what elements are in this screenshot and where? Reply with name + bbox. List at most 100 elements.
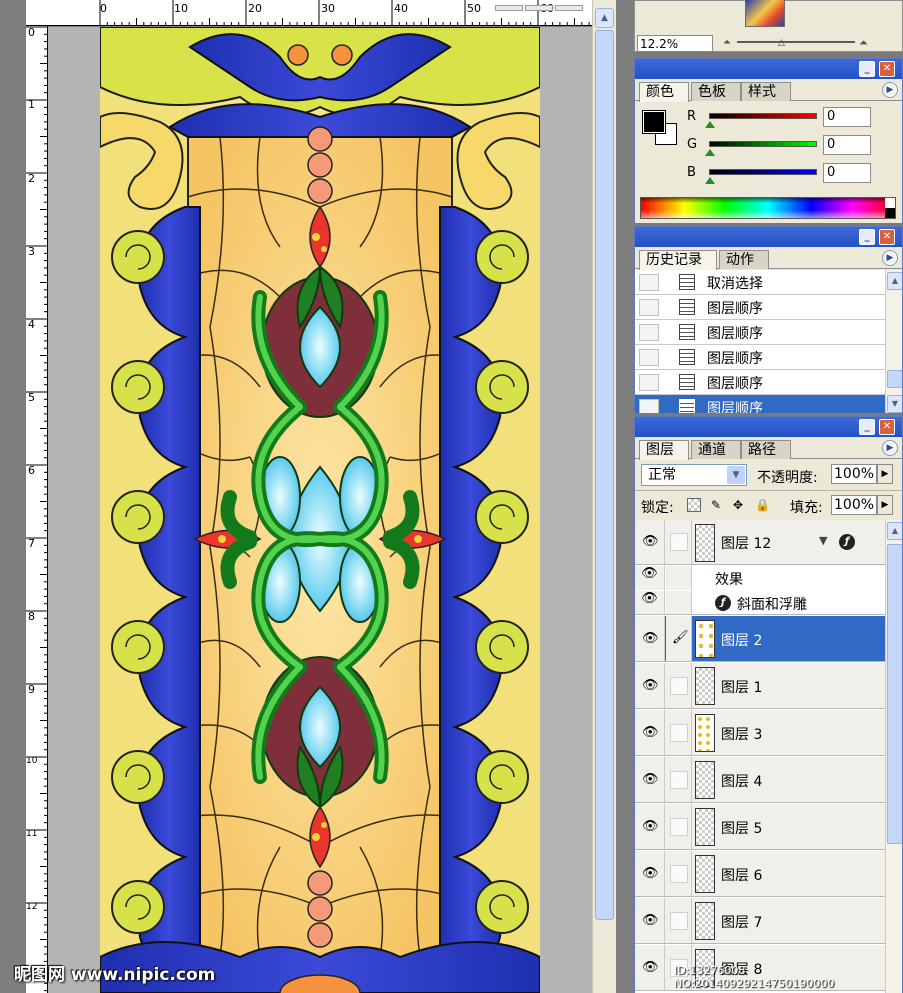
palette-title-bar[interactable]: _ ✕ <box>635 417 902 437</box>
zoom-input[interactable]: 12.2% <box>637 35 713 52</box>
expand-triangle-icon[interactable]: ▼ <box>819 534 827 547</box>
layer-row[interactable]: 👁 图层 6 <box>635 851 885 897</box>
history-brush-source-box[interactable] <box>639 399 659 413</box>
history-brush-source-box[interactable] <box>639 324 659 341</box>
scroll-thumb[interactable] <box>887 544 902 844</box>
layer-link-cell[interactable] <box>666 663 692 708</box>
tab-layers[interactable]: 图层 <box>639 440 689 460</box>
blue-slider[interactable] <box>709 169 817 175</box>
scroll-up-icon[interactable]: ▲ <box>887 272 902 290</box>
red-value-input[interactable]: 0 <box>823 107 871 127</box>
minimize-icon[interactable]: _ <box>859 61 875 77</box>
lock-transparency-icon[interactable] <box>687 498 701 512</box>
navigator-thumbnail[interactable] <box>745 0 785 27</box>
fill-input[interactable]: 100% <box>831 495 877 515</box>
scroll-thumb[interactable] <box>887 370 902 388</box>
visibility-eye-icon[interactable]: 👁 <box>635 520 665 564</box>
vertical-ruler[interactable]: 0 1 2 3 4 5 6 7 8 9 10 11 12 <box>26 26 48 993</box>
layer-row[interactable]: 👁 图层 5 <box>635 804 885 850</box>
visibility-eye-icon[interactable]: 👁 <box>635 616 665 661</box>
tab-styles[interactable]: 样式 <box>741 82 791 101</box>
tab-history[interactable]: 历史记录 <box>639 250 717 270</box>
visibility-eye-icon[interactable]: 👁 <box>635 663 665 708</box>
layer-brush-cell[interactable]: 🖌 <box>666 616 692 661</box>
close-icon[interactable]: ✕ <box>879 419 895 435</box>
green-slider-knob[interactable] <box>705 148 715 156</box>
visibility-eye-icon[interactable]: 👁 <box>635 591 665 614</box>
layer-link-cell[interactable] <box>666 710 692 755</box>
blend-mode-select[interactable]: 正常 ▼ <box>641 464 747 486</box>
history-item[interactable]: 图层顺序 <box>635 345 885 370</box>
document-vertical-scrollbar[interactable]: ▲ <box>592 0 616 993</box>
layer-link-cell[interactable] <box>666 898 692 943</box>
history-scrollbar[interactable]: ▲ ▼ <box>885 270 902 413</box>
document-window-buttons[interactable] <box>495 0 591 11</box>
palette-menu-icon[interactable]: ▶ <box>882 440 898 456</box>
scroll-up-icon[interactable]: ▲ <box>887 522 902 540</box>
lock-move-icon[interactable]: ✥ <box>731 498 745 512</box>
zoom-slider-knob[interactable]: △ <box>778 39 788 48</box>
palette-title-bar[interactable]: _ ✕ <box>635 59 902 79</box>
layers-scrollbar[interactable]: ▲ <box>885 520 902 993</box>
blue-slider-knob[interactable] <box>705 176 715 184</box>
opacity-arrow-icon[interactable]: ▶ <box>877 464 893 484</box>
minimize-icon[interactable]: _ <box>859 419 875 435</box>
red-slider-knob[interactable] <box>705 120 715 128</box>
history-item[interactable]: 取消选择 <box>635 270 885 295</box>
visibility-eye-icon[interactable]: 👁 <box>635 898 665 943</box>
blue-value-input[interactable]: 0 <box>823 163 871 183</box>
foreground-color-swatch[interactable] <box>642 110 666 134</box>
visibility-eye-icon[interactable]: 👁 <box>635 804 665 849</box>
effect-item-row[interactable]: 👁 ƒ 斜面和浮雕 <box>635 591 885 615</box>
visibility-eye-icon[interactable]: 👁 <box>635 851 665 896</box>
layer-link-cell[interactable] <box>666 804 692 849</box>
visibility-eye-icon[interactable]: 👁 <box>635 757 665 802</box>
tab-actions[interactable]: 动作 <box>719 250 769 269</box>
palette-title-bar[interactable]: _ ✕ <box>635 227 902 247</box>
layer-row[interactable]: 👁 图层 3 <box>635 710 885 756</box>
layer-link-cell[interactable] <box>666 520 692 564</box>
layer-row[interactable]: 👁 图层 7 <box>635 898 885 944</box>
lock-brush-icon[interactable]: ✎ <box>709 498 723 512</box>
layer-row[interactable]: 👁 图层 4 <box>635 757 885 803</box>
minimize-icon[interactable]: _ <box>859 229 875 245</box>
visibility-eye-icon[interactable]: 👁 <box>635 566 665 590</box>
history-brush-source-box[interactable] <box>639 299 659 316</box>
scroll-up-icon[interactable]: ▲ <box>595 8 614 28</box>
close-icon[interactable]: ✕ <box>879 61 895 77</box>
tab-swatches[interactable]: 色板 <box>691 82 741 101</box>
scroll-down-icon[interactable]: ▼ <box>887 395 902 413</box>
history-brush-source-box[interactable] <box>639 274 659 291</box>
effects-row[interactable]: 👁 效果 <box>635 566 885 590</box>
zoom-in-icon[interactable]: ⏶ <box>859 36 868 50</box>
chevron-down-icon[interactable]: ▼ <box>727 466 745 484</box>
stained-glass-artwork[interactable] <box>100 27 540 993</box>
visibility-eye-icon[interactable]: 👁 <box>635 710 665 755</box>
opacity-input[interactable]: 100% <box>831 464 877 484</box>
color-spectrum-bar[interactable] <box>640 197 896 219</box>
visibility-eye-icon[interactable]: 👁 <box>635 945 665 990</box>
palette-menu-icon[interactable]: ▶ <box>882 82 898 98</box>
lock-all-icon[interactable]: 🔒 <box>755 498 770 512</box>
fill-arrow-icon[interactable]: ▶ <box>877 495 893 515</box>
zoom-slider[interactable]: ⏶ △ ⏶ <box>723 35 873 52</box>
tab-channels[interactable]: 通道 <box>691 440 741 459</box>
history-brush-source-box[interactable] <box>639 349 659 366</box>
layer-row[interactable]: 👁 图层 12 ▼ ƒ <box>635 520 885 565</box>
history-brush-source-box[interactable] <box>639 374 659 391</box>
tab-color[interactable]: 颜色 <box>639 82 689 102</box>
zoom-out-icon[interactable]: ⏶ <box>723 37 731 48</box>
palette-menu-icon[interactable]: ▶ <box>882 250 898 266</box>
history-item-selected[interactable]: 图层顺序 <box>635 395 885 413</box>
layer-link-cell[interactable] <box>666 757 692 802</box>
history-item[interactable]: 图层顺序 <box>635 320 885 345</box>
close-icon[interactable]: ✕ <box>879 229 895 245</box>
scroll-thumb[interactable] <box>595 30 614 920</box>
history-item[interactable]: 图层顺序 <box>635 370 885 395</box>
green-value-input[interactable]: 0 <box>823 135 871 155</box>
layer-row-selected[interactable]: 👁 🖌 图层 2 <box>635 616 885 662</box>
green-slider[interactable] <box>709 141 817 147</box>
history-item[interactable]: 图层顺序 <box>635 295 885 320</box>
tab-paths[interactable]: 路径 <box>741 440 791 459</box>
layer-row[interactable]: 👁 图层 1 <box>635 663 885 709</box>
